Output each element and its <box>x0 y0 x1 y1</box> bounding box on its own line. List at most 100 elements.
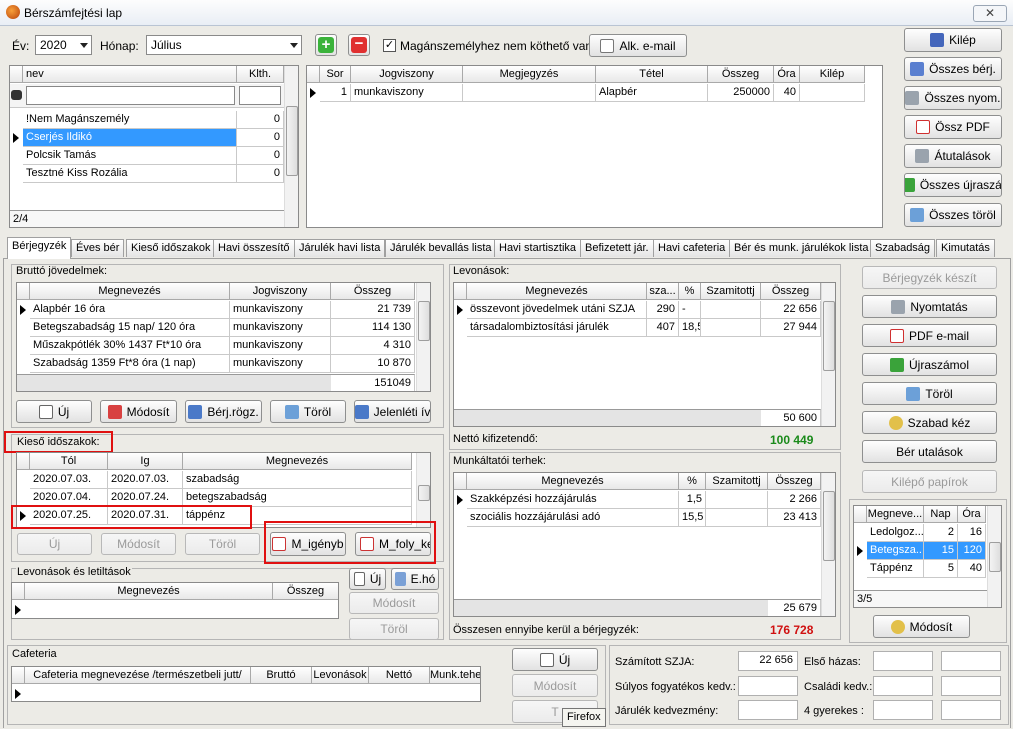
absence-edit-button[interactable]: Módosít <box>101 533 176 555</box>
gross-delete-button[interactable]: Töröl <box>270 400 346 423</box>
col-ora[interactable]: Óra <box>774 66 800 83</box>
col-szamitottj[interactable]: Szamitottj <box>706 473 768 490</box>
month-select[interactable]: Július <box>146 35 302 55</box>
all-pdf-button[interactable]: Össz PDF <box>904 115 1002 139</box>
cafeteria-edit-button[interactable]: Módosít <box>512 674 598 697</box>
deduction-edit-button[interactable]: Módosít <box>349 592 439 614</box>
table-row[interactable]: Betegszabadság 15 nap/ 120 óra <box>30 319 230 337</box>
scrollbar[interactable] <box>416 283 430 391</box>
family-field-1[interactable] <box>873 676 933 696</box>
year-select[interactable]: 2020 <box>35 35 92 55</box>
scroll-thumb[interactable] <box>823 301 835 371</box>
table-row[interactable]: 4 310 <box>331 337 415 355</box>
col-brutto[interactable]: Bruttó <box>251 667 312 684</box>
table-row[interactable]: munkaviszony <box>230 355 331 373</box>
add-button[interactable]: + <box>315 34 337 56</box>
table-row[interactable]: - <box>679 301 701 319</box>
col-nap[interactable]: Nap <box>924 506 958 523</box>
table-row[interactable]: 120 <box>958 542 986 560</box>
table-row[interactable]: 1 <box>320 84 351 102</box>
gross-edit-button[interactable]: Módosít <box>100 400 177 423</box>
table-row[interactable]: Szakképzési hozzájárulás <box>467 491 679 509</box>
table-row[interactable]: 15,5 <box>679 509 706 527</box>
absence-new-button[interactable]: Új <box>17 533 92 555</box>
col-name[interactable]: nev <box>23 66 237 83</box>
scroll-thumb[interactable] <box>286 106 298 176</box>
table-row[interactable]: 5 <box>924 560 958 578</box>
list-item[interactable]: 0 <box>237 165 284 183</box>
col-szamitottj[interactable]: Szamitottj <box>701 283 761 300</box>
four-children-field-1[interactable] <box>873 700 933 720</box>
klth-filter-input[interactable] <box>239 86 281 105</box>
table-row[interactable]: 407 <box>647 319 679 337</box>
table-row[interactable]: 15 <box>924 542 958 560</box>
table-row[interactable]: 27 944 <box>761 319 821 337</box>
deduction-month-button[interactable]: E.hó <box>391 568 439 590</box>
tab-kimutatas[interactable]: Kimutatás <box>936 239 995 257</box>
table-row[interactable]: 2 <box>924 524 958 542</box>
table-row[interactable]: 2020.07.03. <box>108 471 183 489</box>
table-row[interactable]: Ledolgoz... <box>867 524 924 542</box>
col-ig[interactable]: Ig <box>108 453 183 470</box>
col-osszeg[interactable]: Összeg <box>761 283 821 300</box>
table-row[interactable]: 10 870 <box>331 355 415 373</box>
table-row[interactable]: 114 130 <box>331 319 415 337</box>
table-row[interactable]: 2020.07.03. <box>30 471 108 489</box>
gross-new-button[interactable]: Új <box>16 400 92 423</box>
col-pct[interactable]: % <box>679 473 706 490</box>
col-levonasok[interactable]: Levonások <box>312 667 369 684</box>
table-row[interactable]: 1,5 <box>679 491 706 509</box>
col-osszeg[interactable]: Összeg <box>708 66 774 83</box>
table-row[interactable]: 22 656 <box>761 301 821 319</box>
first-married-field-2[interactable] <box>941 651 1001 671</box>
table-row[interactable]: 18,5 <box>679 319 701 337</box>
scrollbar[interactable] <box>987 506 1001 607</box>
table-row[interactable]: összevont jövedelmek utáni SZJA <box>467 301 647 319</box>
disabled-field[interactable] <box>738 676 798 696</box>
table-row[interactable]: társadalombiztosítási járulék <box>467 319 647 337</box>
col-netto[interactable]: Nettó <box>369 667 430 684</box>
col-megnevezes[interactable]: Megnevezés <box>183 453 412 470</box>
table-row[interactable]: Betegsza... <box>867 542 924 560</box>
table-row[interactable]: 290 <box>647 301 679 319</box>
recalculate-button[interactable]: Újraszámol <box>862 353 997 376</box>
col-kilep[interactable]: Kilép <box>800 66 865 83</box>
email-button[interactable]: Alk. e-mail <box>589 34 687 57</box>
col-tetel[interactable]: Tétel <box>596 66 708 83</box>
contribution-field[interactable] <box>738 700 798 720</box>
deduction-delete-button[interactable]: Töröl <box>349 618 439 640</box>
payslip-record-button[interactable]: Bérj.rögz. <box>185 400 262 423</box>
deduction-new-button[interactable]: Új <box>349 568 386 590</box>
scrollbar[interactable] <box>284 66 298 227</box>
scrollbar[interactable] <box>821 473 835 616</box>
transfers-button[interactable]: Átutalások <box>904 144 1002 168</box>
col-megjegyzes[interactable]: Megjegyzés <box>463 66 596 83</box>
table-row[interactable]: 23 413 <box>768 509 821 527</box>
table-row[interactable]: munkaviszony <box>351 84 463 102</box>
tab-havi-cafeteria[interactable]: Havi cafeteria <box>653 239 731 257</box>
col-jogviszony[interactable]: Jogviszony <box>230 283 331 300</box>
tab-havi-osszesito[interactable]: Havi összesítő <box>213 239 295 257</box>
table-row[interactable]: 21 739 <box>331 301 415 319</box>
table-row[interactable]: Műszakpótlék 30% 1437 Ft*10 óra <box>30 337 230 355</box>
print-all-button[interactable]: Összes nyom. <box>904 86 1002 110</box>
list-item[interactable]: Tesztné Kiss Rozália <box>23 165 237 183</box>
list-item[interactable]: Polcsik Tamás <box>23 147 237 165</box>
scroll-thumb[interactable] <box>823 491 835 561</box>
col-megnevezes[interactable]: Megnevezés <box>467 473 679 490</box>
tab-befizetett-jar[interactable]: Befizetett jár. <box>580 239 654 257</box>
exit-papers-button[interactable]: Kilépő papírok <box>862 470 997 493</box>
pdf-email-button[interactable]: PDF e-mail <box>862 324 997 347</box>
list-item[interactable]: !Nem Magánszemély <box>23 111 237 129</box>
all-payslips-button[interactable]: Összes bérj. <box>904 57 1002 81</box>
tab-eves-ber[interactable]: Éves bér <box>71 239 125 257</box>
table-row[interactable] <box>800 84 865 102</box>
tab-berjegyzek[interactable]: Bérjegyzék <box>7 237 72 259</box>
col-ora[interactable]: Óra <box>958 506 986 523</box>
salary-transfers-button[interactable]: Bér utalások <box>862 440 997 463</box>
tab-szabadsag[interactable]: Szabadság <box>870 239 936 257</box>
col-megnevezes[interactable]: Megnevezés <box>467 283 647 300</box>
close-button[interactable]: ✕ <box>973 5 1007 22</box>
scrollbar[interactable] <box>416 453 430 527</box>
list-item[interactable]: Cserjés Ildikó <box>23 129 237 147</box>
